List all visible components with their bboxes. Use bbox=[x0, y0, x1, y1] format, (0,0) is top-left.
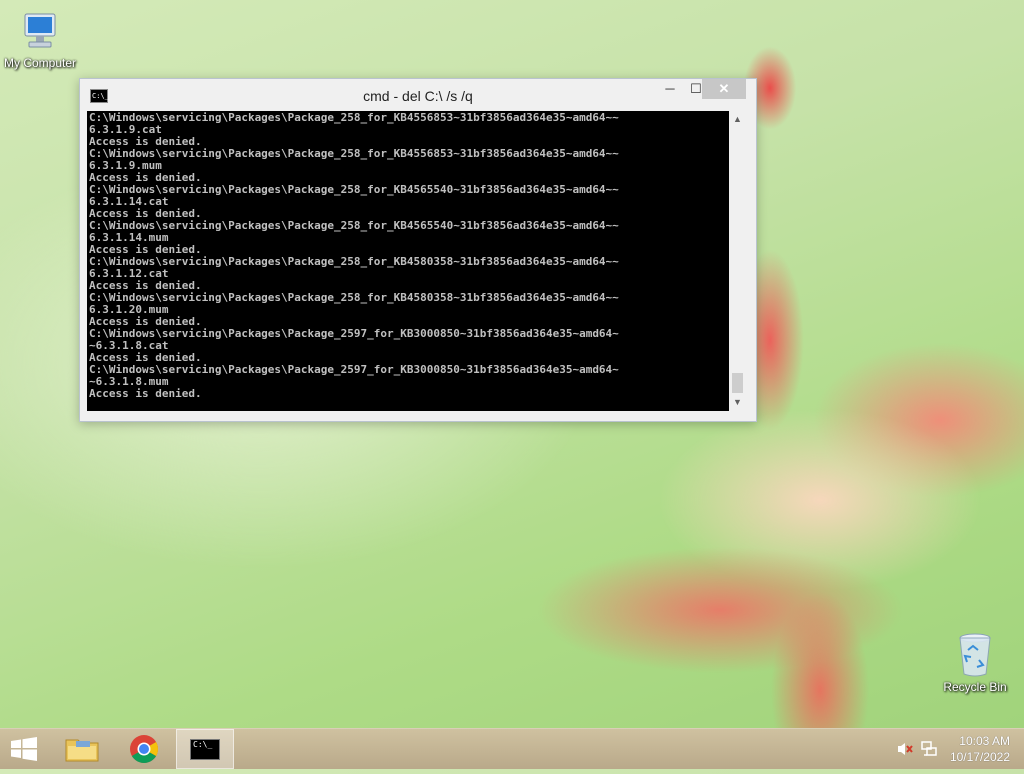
my-computer-icon[interactable]: My Computer bbox=[0, 8, 80, 70]
system-tray: 10:03 AM 10/17/2022 bbox=[890, 729, 1024, 769]
recycle-bin-icon[interactable]: Recycle Bin bbox=[935, 630, 1015, 694]
minimize-button[interactable]: ─ bbox=[657, 79, 683, 99]
window-title: cmd - del C:\ /s /q bbox=[363, 88, 473, 104]
chrome-taskbar-button[interactable] bbox=[118, 729, 170, 769]
console-output[interactable]: C:\Windows\servicing\Packages\Package_25… bbox=[87, 111, 729, 411]
close-button[interactable]: ✕ bbox=[702, 79, 746, 99]
clock-date: 10/17/2022 bbox=[949, 750, 1010, 764]
vertical-scrollbar[interactable]: ▲ ▼ bbox=[729, 111, 746, 411]
start-button[interactable] bbox=[0, 729, 48, 769]
console-text: C:\Windows\servicing\Packages\Package_25… bbox=[87, 111, 729, 400]
scroll-thumb[interactable] bbox=[732, 373, 743, 393]
cmd-window: C:\_ cmd - del C:\ /s /q ─ ☐ ✕ C:\Window… bbox=[79, 78, 757, 422]
scroll-down-arrow-icon[interactable]: ▼ bbox=[729, 394, 746, 411]
volume-muted-icon[interactable] bbox=[896, 741, 914, 757]
chrome-icon bbox=[130, 735, 158, 763]
clock[interactable]: 10:03 AM 10/17/2022 bbox=[950, 733, 1010, 765]
cmd-taskbar-button[interactable]: C:\_ bbox=[176, 729, 234, 769]
scroll-up-arrow-icon[interactable]: ▲ bbox=[729, 111, 746, 128]
cmd-titlebar[interactable]: C:\_ cmd - del C:\ /s /q ─ ☐ ✕ bbox=[80, 79, 756, 111]
clock-time: 10:03 AM bbox=[959, 734, 1010, 748]
recycle-bin-label: Recycle Bin bbox=[943, 680, 1007, 694]
cmd-taskbar-icon: C:\_ bbox=[190, 739, 220, 760]
file-explorer-taskbar-button[interactable] bbox=[56, 729, 108, 769]
console-line: C:\Windows\servicing\Packages\Package_25… bbox=[89, 111, 619, 124]
my-computer-label: My Computer bbox=[3, 56, 77, 70]
network-icon[interactable] bbox=[920, 740, 938, 758]
folder-icon bbox=[65, 739, 99, 762]
windows-logo-icon bbox=[11, 737, 37, 761]
console-line: C:\Windows\servicing\Packages\Package_25… bbox=[89, 147, 619, 160]
recycle-bin-glyph-icon bbox=[959, 633, 991, 677]
console-line: Access is denied. bbox=[89, 387, 202, 400]
computer-icon bbox=[24, 13, 56, 48]
taskbar: C:\_ 10:03 AM 10/17/2022 bbox=[0, 728, 1024, 769]
